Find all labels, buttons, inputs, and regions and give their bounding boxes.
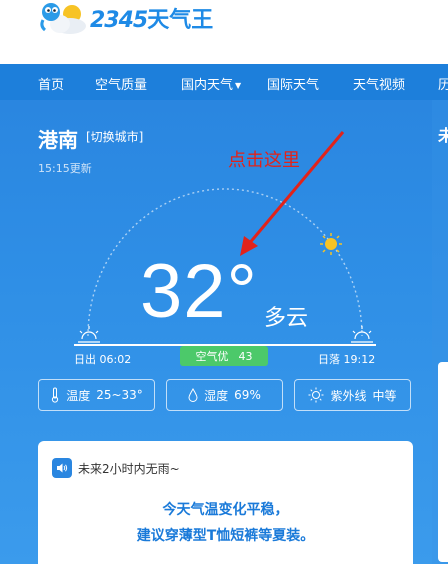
update-time: 15:15更新 bbox=[38, 162, 92, 175]
city-name: 港南 bbox=[38, 128, 78, 152]
logo-text: 2345天气王 bbox=[90, 8, 214, 33]
temp-range-pill: 温度 25~33° bbox=[38, 379, 155, 411]
nav-item-history[interactable]: 历 bbox=[438, 74, 448, 93]
thermometer-icon bbox=[52, 387, 59, 403]
rain-forecast-text: 未来2小时内无雨~ bbox=[78, 461, 180, 476]
site-header: 2345天气王 bbox=[0, 0, 448, 64]
sunrise-time: 日出 06:02 bbox=[74, 353, 132, 366]
speaker-icon[interactable] bbox=[52, 458, 72, 478]
clothing-tip-line-2: 建议穿薄型T恤短裤等夏装。 bbox=[136, 528, 315, 544]
mascot-cloud-icon bbox=[40, 3, 86, 34]
temp-range-value: 25~33° bbox=[96, 388, 143, 402]
aqi-label: 空气优 bbox=[195, 350, 229, 363]
side-card-title: 未 bbox=[438, 126, 448, 145]
nav-item-domestic-weather[interactable]: 国内天气 ▼ bbox=[181, 74, 241, 93]
aqi-badge[interactable]: 空气优 43 bbox=[180, 346, 268, 366]
nav-item-international-weather[interactable]: 国际天气 bbox=[267, 74, 319, 93]
uv-sun-icon bbox=[308, 387, 324, 403]
current-temperature: 32° bbox=[140, 249, 258, 334]
humidity-label: 湿度 bbox=[204, 388, 229, 403]
uv-label: 紫外线 bbox=[330, 388, 367, 403]
nav-item-air-quality[interactable]: 空气质量 bbox=[95, 74, 147, 93]
water-drop-icon bbox=[188, 388, 198, 402]
temp-range-label: 温度 bbox=[66, 388, 91, 403]
side-card-panel bbox=[438, 362, 448, 562]
nav-item-weather-video[interactable]: 天气视频 bbox=[353, 74, 405, 93]
main-nav: 首页 空气质量 国内天气 ▼ 国际天气 天气视频 历 bbox=[0, 64, 448, 100]
uv-pill: 紫外线 中等 bbox=[294, 379, 411, 411]
caret-down-icon: ▼ bbox=[235, 81, 242, 90]
weather-condition: 多云 bbox=[264, 306, 309, 331]
humidity-pill: 湿度 69% bbox=[166, 379, 283, 411]
uv-value: 中等 bbox=[372, 388, 397, 403]
aqi-value: 43 bbox=[238, 349, 253, 363]
side-card: 未 bbox=[432, 100, 448, 564]
annotation-click-here: 点击这里 bbox=[228, 150, 300, 171]
forecast-card: 未来2小时内无雨~ 今天气温变化平稳， 建议穿薄型T恤短裤等夏装。 bbox=[38, 441, 413, 564]
logo[interactable]: 2345天气王 bbox=[38, 0, 213, 36]
rain-forecast-row: 未来2小时内无雨~ bbox=[52, 458, 180, 478]
sunset-time: 日落 19:12 bbox=[318, 353, 376, 366]
humidity-value: 69% bbox=[234, 388, 261, 402]
clothing-tip-line-1: 今天气温变化平稳， bbox=[162, 502, 289, 518]
switch-city-link[interactable]: [切换城市] bbox=[86, 128, 143, 145]
nav-item-home[interactable]: 首页 bbox=[38, 74, 64, 93]
